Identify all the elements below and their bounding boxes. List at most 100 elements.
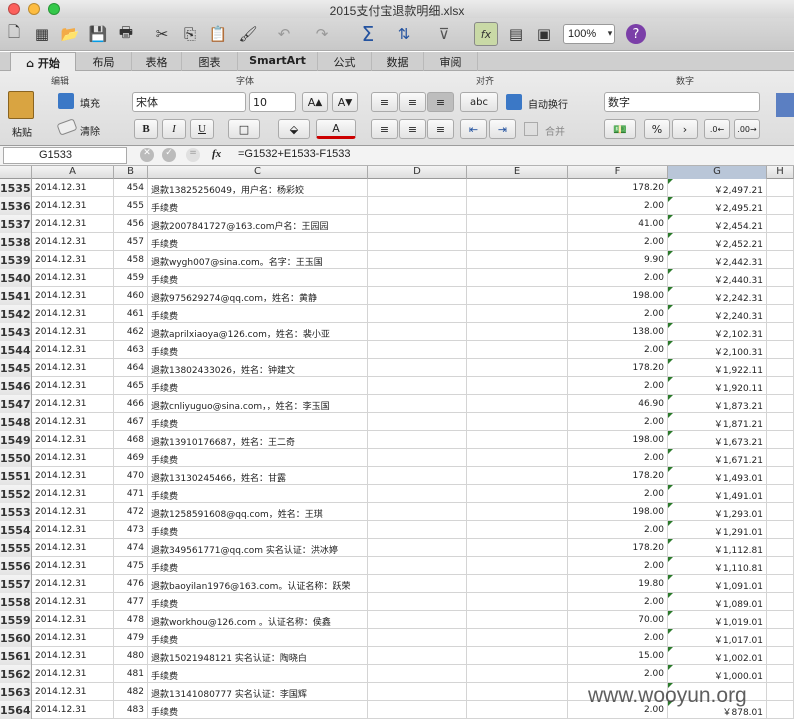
align-left-icon[interactable]: ≡ [371, 119, 398, 139]
cell-a[interactable]: 2014.12.31 [32, 449, 114, 467]
cell-h[interactable] [767, 611, 794, 629]
row-header[interactable]: 1545 [0, 359, 32, 377]
row-header[interactable]: 1547 [0, 395, 32, 413]
increase-font-icon[interactable]: A ▲ [302, 92, 328, 112]
cell-e[interactable] [467, 431, 568, 449]
cell-h[interactable] [767, 179, 794, 197]
decrease-font-icon[interactable]: A ▼ [332, 92, 358, 112]
cell-b[interactable]: 476 [114, 575, 148, 593]
cell-a[interactable]: 2014.12.31 [32, 431, 114, 449]
fill-color-icon[interactable]: ⬙ [278, 119, 310, 139]
cell-a[interactable]: 2014.12.31 [32, 269, 114, 287]
cell-a[interactable]: 2014.12.31 [32, 557, 114, 575]
column-header-e[interactable]: E [467, 166, 568, 179]
column-header-d[interactable]: D [368, 166, 467, 179]
cell-g[interactable]: ￥2,242.31 [668, 287, 767, 305]
column-header-g[interactable]: G [668, 166, 767, 179]
cell-d[interactable] [368, 287, 467, 305]
cell-h[interactable] [767, 521, 794, 539]
cell-c[interactable]: 退款aprilxiaoya@126.com，姓名：裴小亚 [148, 323, 368, 341]
open-folder-icon[interactable]: 📂 [58, 22, 82, 46]
cell-d[interactable] [368, 539, 467, 557]
cell-f[interactable]: 2.00 [568, 413, 668, 431]
function-icon[interactable]: fx [474, 22, 498, 46]
cell-e[interactable] [467, 179, 568, 197]
cell-f[interactable]: 2.00 [568, 557, 668, 575]
cell-c[interactable]: 退款349561771@qq.com 实名认证：洪冰婷 [148, 539, 368, 557]
cell-a[interactable]: 2014.12.31 [32, 485, 114, 503]
cell-g[interactable]: ￥1,110.81 [668, 557, 767, 575]
cell-f[interactable]: 2.00 [568, 521, 668, 539]
cell-b[interactable]: 469 [114, 449, 148, 467]
cell-h[interactable] [767, 305, 794, 323]
align-right-icon[interactable]: ≡ [427, 119, 454, 139]
cell-d[interactable] [368, 683, 467, 701]
align-bottom-icon[interactable]: ≡ [427, 92, 454, 112]
cell-d[interactable] [368, 521, 467, 539]
cell-g[interactable]: ￥1,671.21 [668, 449, 767, 467]
cell-h[interactable] [767, 449, 794, 467]
cell-b[interactable]: 459 [114, 269, 148, 287]
cell-g[interactable]: ￥2,495.21 [668, 197, 767, 215]
cell-f[interactable]: 9.90 [568, 251, 668, 269]
row-header[interactable]: 1544 [0, 341, 32, 359]
cell-h[interactable] [767, 665, 794, 683]
cell-f[interactable]: 2.00 [568, 485, 668, 503]
cell-d[interactable] [368, 197, 467, 215]
cell-a[interactable]: 2014.12.31 [32, 359, 114, 377]
align-middle-icon[interactable]: ≡ [399, 92, 426, 112]
cell-h[interactable] [767, 629, 794, 647]
cell-c[interactable]: 手续费 [148, 665, 368, 683]
cell-b[interactable]: 482 [114, 683, 148, 701]
increase-indent-icon[interactable]: ⇥ [489, 119, 516, 139]
cancel-icon[interactable]: ✕ [140, 148, 154, 162]
cell-a[interactable]: 2014.12.31 [32, 521, 114, 539]
cell-d[interactable] [368, 215, 467, 233]
tab-home[interactable]: ⌂ 开始 [10, 52, 76, 71]
cell-h[interactable] [767, 377, 794, 395]
cell-d[interactable] [368, 611, 467, 629]
cell-h[interactable] [767, 269, 794, 287]
cell-a[interactable]: 2014.12.31 [32, 593, 114, 611]
cell-a[interactable]: 2014.12.31 [32, 197, 114, 215]
orientation-button[interactable]: abc [460, 92, 498, 112]
cell-e[interactable] [467, 215, 568, 233]
cell-a[interactable]: 2014.12.31 [32, 413, 114, 431]
decrease-decimal-icon[interactable]: .00→ [734, 119, 760, 139]
cell-g[interactable]: ￥1,673.21 [668, 431, 767, 449]
cell-e[interactable] [467, 233, 568, 251]
row-header[interactable]: 1537 [0, 215, 32, 233]
help-icon[interactable]: ? [626, 24, 646, 44]
cell-e[interactable] [467, 593, 568, 611]
cell-e[interactable] [467, 449, 568, 467]
cell-c[interactable]: 退款15021948121 实名认证：陶晓白 [148, 647, 368, 665]
cell-f[interactable]: 19.80 [568, 575, 668, 593]
cell-h[interactable] [767, 251, 794, 269]
cell-f[interactable]: 198.00 [568, 287, 668, 305]
cell-e[interactable] [467, 467, 568, 485]
cell-h[interactable] [767, 287, 794, 305]
cell-h[interactable] [767, 359, 794, 377]
cell-d[interactable] [368, 251, 467, 269]
tab-review[interactable]: 审阅 [424, 52, 478, 71]
font-size-select[interactable]: 10 [249, 92, 296, 112]
cell-e[interactable] [467, 323, 568, 341]
filter-icon[interactable]: ⊽ [432, 22, 456, 46]
cell-h[interactable] [767, 413, 794, 431]
name-box[interactable]: G1533 [3, 147, 127, 164]
cell-g[interactable]: ￥1,493.01 [668, 467, 767, 485]
tab-layout[interactable]: 布局 [76, 52, 132, 71]
cell-g[interactable]: ￥1,000.01 [668, 665, 767, 683]
cell-a[interactable]: 2014.12.31 [32, 503, 114, 521]
cell-h[interactable] [767, 215, 794, 233]
cell-b[interactable]: 464 [114, 359, 148, 377]
cell-g[interactable]: ￥1,091.01 [668, 575, 767, 593]
row-header[interactable]: 1535 [0, 179, 32, 197]
align-top-icon[interactable]: ≡ [371, 92, 398, 112]
cell-a[interactable]: 2014.12.31 [32, 287, 114, 305]
autosum-icon[interactable]: Σ [356, 22, 380, 46]
cell-c[interactable]: 手续费 [148, 521, 368, 539]
new-document-icon[interactable]: 🗋 [2, 22, 26, 46]
cell-d[interactable] [368, 395, 467, 413]
cell-a[interactable]: 2014.12.31 [32, 215, 114, 233]
